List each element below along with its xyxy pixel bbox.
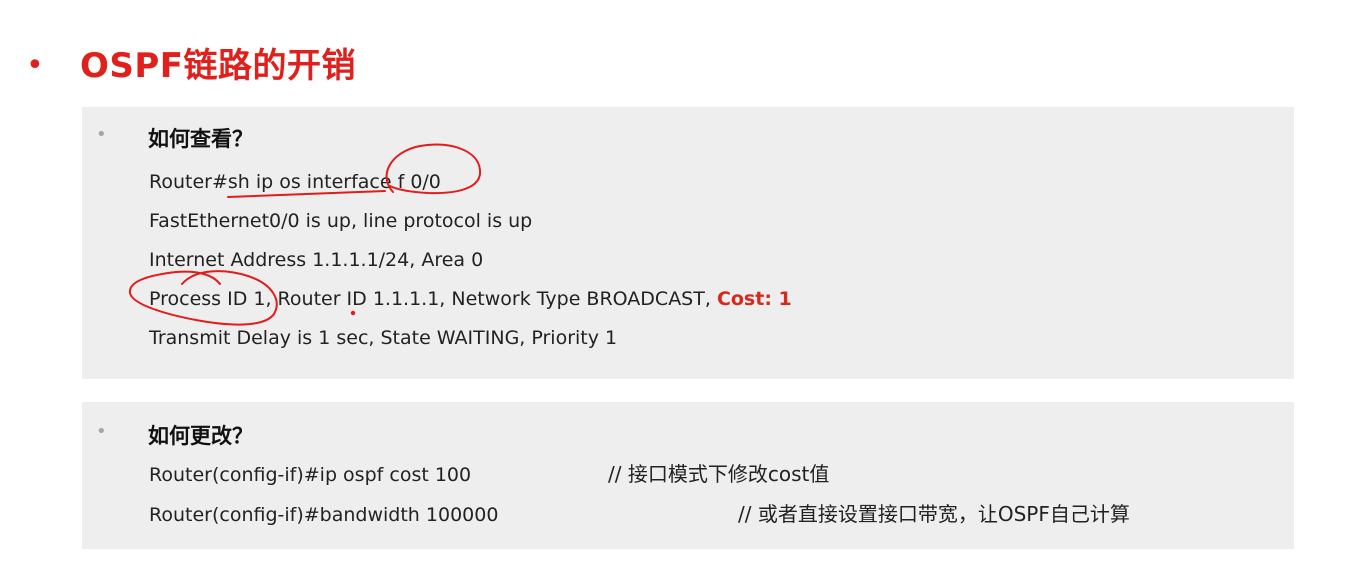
output-interface-status: FastEthernet0/0 is up, line protocol is … [149,210,533,232]
comment-bandwidth: // 或者直接设置接口带宽，让OSPF自己计算 [738,502,1130,526]
page-title: OSPF链路的开销 [80,46,357,86]
output-process-line: Process ID 1, Router ID 1.1.1.1, Network… [149,287,792,311]
view-section-bullet: • [96,124,107,145]
command-ospf-cost: Router(config-if)#ip ospf cost 100 [149,464,472,486]
title-bullet: • [26,48,44,83]
view-section-panel: • 如何查看？ Router#sh ip os interface f 0/0 … [82,107,1294,379]
output-process-id: Process ID 1, Router ID 1.1.1.1, Network… [149,288,717,310]
command-bandwidth: Router(config-if)#bandwidth 100000 [149,504,499,526]
command-show-interface: Router#sh ip os interface f 0/0 [149,171,441,193]
cost-value: Cost: 1 [716,288,792,310]
change-section-heading: 如何更改？ [148,424,253,448]
change-section-panel: • 如何更改？ Router(config-if)#ip ospf cost 1… [82,402,1294,549]
output-transmit-delay: Transmit Delay is 1 sec, State WAITING, … [149,327,618,349]
comment-ospf-cost: // 接口模式下修改cost值 [608,462,830,486]
change-section-bullet: • [96,421,107,442]
view-section-heading: 如何查看？ [148,127,253,151]
output-internet-address: Internet Address 1.1.1.1/24, Area 0 [149,249,484,271]
